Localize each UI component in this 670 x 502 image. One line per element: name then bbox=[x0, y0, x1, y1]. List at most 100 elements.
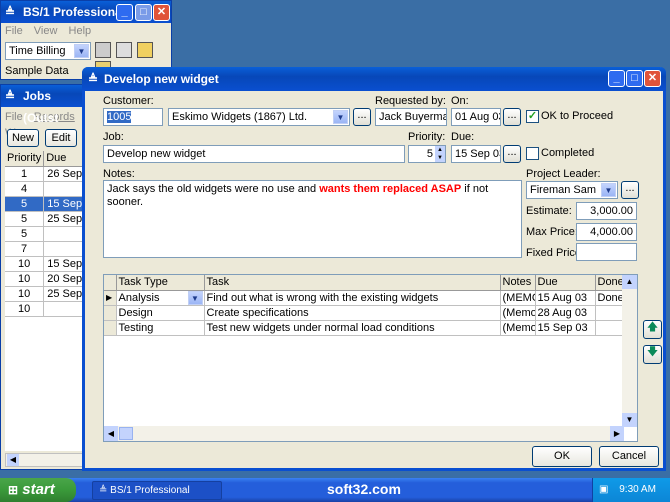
menu-help[interactable]: Help bbox=[69, 25, 92, 37]
priority-spinner[interactable]: 5 ▲ ▼ bbox=[408, 145, 446, 163]
scroll-left-icon[interactable]: ◀ bbox=[104, 426, 118, 441]
app-icon: ≜ bbox=[5, 5, 16, 19]
col-due[interactable]: Due bbox=[535, 275, 596, 291]
menu-file[interactable]: File bbox=[5, 25, 23, 37]
col-task-type[interactable]: Task Type bbox=[116, 275, 205, 291]
cancel-button[interactable]: Cancel bbox=[599, 446, 659, 467]
print-icon[interactable] bbox=[95, 42, 111, 58]
project-leader-combo[interactable]: Fireman Sam ▼ bbox=[526, 181, 618, 199]
estimate-field[interactable]: 3,000.00 bbox=[576, 202, 637, 220]
completed-checkbox[interactable] bbox=[526, 147, 539, 160]
chevron-down-icon[interactable]: ▼ bbox=[601, 183, 616, 197]
customer-name-combo[interactable]: Eskimo Widgets (1867) Ltd. ▼ bbox=[168, 108, 350, 126]
minimize-button[interactable]: _ bbox=[608, 70, 625, 87]
table-row[interactable]: 5 bbox=[5, 226, 87, 242]
task-due-cell[interactable]: 28 Aug 03 bbox=[535, 305, 596, 321]
jobs-hscrollbar[interactable]: ◀ bbox=[5, 453, 87, 467]
chevron-down-icon[interactable]: ▼ bbox=[187, 290, 203, 304]
move-down-button[interactable]: 🡇 bbox=[643, 345, 662, 364]
col-priority[interactable]: Priority bbox=[5, 151, 45, 167]
customer-lookup-button[interactable]: ... bbox=[353, 108, 371, 126]
chevron-down-icon[interactable]: ▼ bbox=[74, 44, 89, 58]
taskbar-app-button[interactable]: ≜ BS/1 Professional bbox=[92, 481, 222, 500]
scroll-down-icon[interactable]: ▼ bbox=[622, 413, 637, 427]
task-type-cell[interactable]: Testing bbox=[116, 320, 205, 336]
move-up-button[interactable]: 🡅 bbox=[643, 320, 662, 339]
maximize-button[interactable]: □ bbox=[135, 4, 152, 21]
new-button[interactable]: New bbox=[7, 129, 39, 147]
requested-by-field[interactable]: Jack Buyerman bbox=[375, 108, 447, 126]
task-vscrollbar[interactable]: ▲ ▼ bbox=[622, 275, 637, 427]
max-price-field[interactable]: 4,000.00 bbox=[576, 223, 637, 241]
network-icon[interactable]: ▣ bbox=[599, 484, 608, 495]
col-task[interactable]: Task bbox=[204, 275, 501, 291]
taskbar: ⊞ start ≜ BS/1 Professional soft32.com ▣… bbox=[0, 478, 670, 502]
table-row[interactable]: 4 bbox=[5, 181, 87, 197]
table-row-selected[interactable]: 515 Sep 03 bbox=[5, 196, 87, 212]
notes-textarea[interactable]: Jack says the old widgets were no use an… bbox=[103, 180, 522, 258]
job-field[interactable]: Develop new widget bbox=[103, 145, 405, 163]
task-row[interactable]: ▶ Analysis ▼ Find out what is wrong with … bbox=[104, 290, 625, 306]
job-dialog: ≜ Develop new widget _ □ ✕ Customer: 100… bbox=[82, 67, 666, 471]
task-notes-cell[interactable]: (Memo) bbox=[500, 305, 536, 321]
task-hscrollbar[interactable]: ◀ ▶ bbox=[104, 426, 624, 441]
table-row[interactable]: 1025 Sep 03 bbox=[5, 286, 87, 302]
task-notes-cell[interactable]: (Memo) bbox=[500, 320, 536, 336]
task-done-cell[interactable]: Done bbox=[595, 290, 625, 306]
project-leader-lookup-button[interactable]: ... bbox=[621, 181, 639, 199]
start-button[interactable]: ⊞ start bbox=[0, 478, 76, 502]
task-cell[interactable]: Find out what is wrong with the existing… bbox=[204, 290, 501, 306]
max-price-label: Max Price: bbox=[526, 226, 578, 238]
table-row[interactable]: 525 Sep 03 bbox=[5, 211, 87, 227]
task-row[interactable]: Testing Test new widgets under normal lo… bbox=[104, 320, 625, 336]
task-cell[interactable]: Create specifications bbox=[204, 305, 501, 321]
table-row[interactable]: 10 bbox=[5, 301, 87, 317]
fixed-price-field[interactable] bbox=[576, 243, 637, 261]
task-due-cell[interactable]: 15 Aug 03 bbox=[535, 290, 596, 306]
scroll-right-icon[interactable]: ▶ bbox=[610, 426, 624, 441]
maximize-button[interactable]: □ bbox=[626, 70, 643, 87]
menu-file[interactable]: File bbox=[5, 111, 23, 123]
scroll-left-icon[interactable]: ◀ bbox=[7, 454, 19, 466]
task-type-cell[interactable]: Analysis ▼ bbox=[116, 290, 205, 306]
arrow-up-icon: 🡅 bbox=[646, 321, 659, 333]
priority-cell: 5 bbox=[5, 226, 45, 242]
ok-button[interactable]: OK bbox=[532, 446, 592, 467]
table-row[interactable]: 1015 Sep 03 bbox=[5, 256, 87, 272]
on-date-field[interactable]: 01 Aug 03 bbox=[451, 108, 501, 126]
bs1-titlebar[interactable]: ≜ BS/1 Professional _ □ ✕ bbox=[1, 1, 171, 23]
spinner-arrows-icon[interactable]: ▲ ▼ bbox=[435, 146, 445, 162]
task-row[interactable]: Design Create specifications (Memo) 28 A… bbox=[104, 305, 625, 321]
module-combo[interactable]: Time Billing ▼ bbox=[5, 42, 91, 60]
col-due[interactable]: Due bbox=[43, 151, 87, 167]
customer-code-field[interactable]: 1005 bbox=[103, 108, 163, 126]
table-row[interactable]: 126 Sep 03 bbox=[5, 166, 87, 182]
folder-icon[interactable] bbox=[137, 42, 154, 58]
task-done-cell[interactable] bbox=[595, 320, 625, 336]
table-row[interactable]: 1020 Sep 03 bbox=[5, 271, 87, 287]
edit-button[interactable]: Edit bbox=[45, 129, 77, 147]
col-notes[interactable]: Notes bbox=[500, 275, 536, 291]
table-row[interactable]: 7 bbox=[5, 241, 87, 257]
scroll-up-icon[interactable]: ▲ bbox=[622, 275, 637, 289]
close-button[interactable]: ✕ bbox=[153, 4, 170, 21]
scroll-thumb[interactable] bbox=[119, 427, 133, 440]
chevron-down-icon[interactable]: ▼ bbox=[333, 110, 348, 124]
notes-text: Jack says the old widgets were no use an… bbox=[107, 183, 320, 195]
menu-view[interactable]: View bbox=[34, 25, 58, 37]
on-date-picker-button[interactable]: ... bbox=[503, 108, 521, 126]
close-button[interactable]: ✕ bbox=[644, 70, 661, 87]
due-date-field[interactable]: 15 Sep 03 bbox=[451, 145, 501, 163]
copy-icon[interactable] bbox=[116, 42, 133, 58]
col-done[interactable]: Done bbox=[595, 275, 625, 291]
task-type-cell[interactable]: Design bbox=[116, 305, 205, 321]
task-notes-cell[interactable]: (MEMO) bbox=[500, 290, 536, 306]
minimize-button[interactable]: _ bbox=[116, 4, 133, 21]
task-cell[interactable]: Test new widgets under normal load condi… bbox=[204, 320, 501, 336]
dialog-titlebar[interactable]: ≜ Develop new widget _ □ ✕ bbox=[82, 67, 666, 91]
task-done-cell[interactable] bbox=[595, 305, 625, 321]
ok-to-proceed-checkbox[interactable]: ✓ bbox=[526, 110, 539, 123]
jobs-titlebar[interactable]: ≜ Jobs (Outst bbox=[1, 85, 89, 125]
task-due-cell[interactable]: 15 Sep 03 bbox=[535, 320, 596, 336]
due-date-picker-button[interactable]: ... bbox=[503, 145, 521, 163]
